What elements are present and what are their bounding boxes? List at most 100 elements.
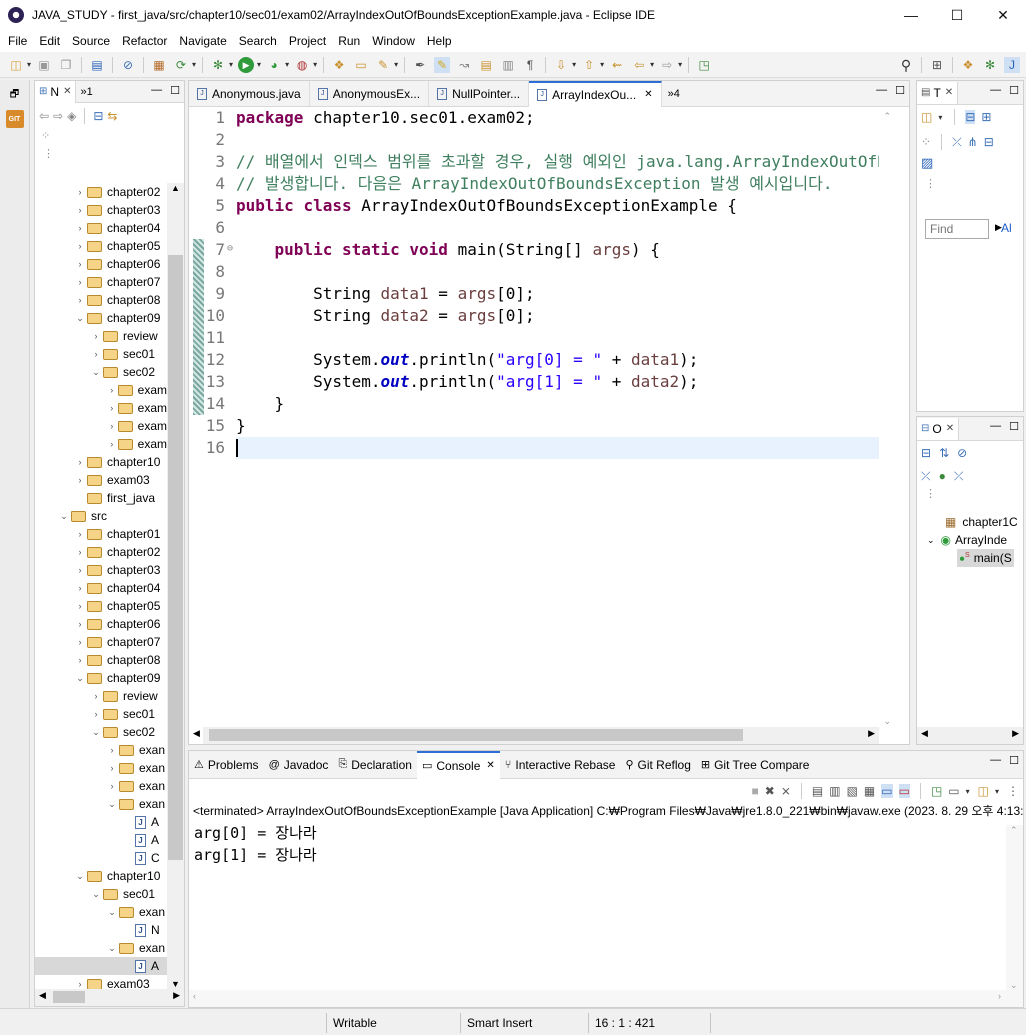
minimize-icon[interactable]: —: [990, 420, 1001, 433]
open-folder-icon[interactable]: ▭: [353, 57, 369, 73]
refresh-dropdown-icon[interactable]: ▾: [192, 60, 196, 69]
sync-icon[interactable]: ⁘: [921, 135, 931, 149]
new-package-icon[interactable]: ▦: [151, 57, 167, 73]
code-line[interactable]: System.out.println("arg[1] = " + data2);: [236, 371, 698, 393]
console-output[interactable]: arg[0] = 장나라 arg[1] = 장나라: [189, 822, 1023, 866]
scroll-left-icon[interactable]: ◀: [39, 990, 46, 1001]
menu-window[interactable]: Window: [366, 34, 421, 48]
minimize-icon[interactable]: —: [876, 84, 887, 97]
run-icon[interactable]: ▶: [238, 56, 255, 73]
tree-item-folder[interactable]: › sec01: [35, 705, 167, 723]
tab-problems[interactable]: ⚠ Problems: [189, 751, 264, 779]
chevron-right-icon[interactable]: ›: [107, 781, 117, 791]
chevron-right-icon[interactable]: ›: [91, 349, 101, 359]
chevron-right-icon[interactable]: ›: [75, 619, 85, 629]
chevron-right-icon[interactable]: ›: [75, 655, 85, 665]
editor-tab-anonymous-ex[interactable]: J AnonymousEx...: [310, 80, 430, 107]
tab-javadoc[interactable]: @ Javadoc: [264, 751, 334, 779]
connect-icon[interactable]: ▨: [917, 155, 1023, 171]
scroll-left-icon[interactable]: ◀: [921, 728, 928, 739]
chevron-down-icon[interactable]: ⌄: [927, 535, 935, 546]
menu-run[interactable]: Run: [332, 34, 366, 48]
prev-annotation-icon[interactable]: ⇧: [581, 57, 597, 73]
tree-item-folder[interactable]: › chapter07: [35, 633, 167, 651]
focus-icon[interactable]: ⋔: [968, 135, 978, 149]
code-line[interactable]: public static void main(String[] args) {: [236, 239, 660, 261]
up-icon[interactable]: ◈: [67, 109, 76, 123]
view-overflow-button[interactable]: »1: [80, 86, 92, 98]
code-line[interactable]: // 배열에서 인덱스 범위를 초과할 경우, 실행 예외인 java.lang…: [236, 151, 879, 173]
tree-item-folder[interactable]: › chapter10: [35, 453, 167, 471]
chevron-right-icon[interactable]: ›: [75, 223, 85, 233]
tab-interactive-rebase[interactable]: ⑂ Interactive Rebase: [500, 751, 621, 779]
menu-project[interactable]: Project: [283, 34, 332, 48]
breadcrumb-icon[interactable]: ▤: [478, 57, 494, 73]
java-ee-perspective-icon[interactable]: ❖: [960, 57, 976, 73]
chevron-right-icon[interactable]: ›: [75, 583, 85, 593]
chevron-right-icon[interactable]: ›: [75, 259, 85, 269]
code-line[interactable]: package chapter10.sec01.exam02;: [236, 107, 535, 129]
new-task-icon[interactable]: ◫: [921, 110, 932, 124]
toggle-highlight-icon[interactable]: ✎: [434, 56, 451, 73]
open-console-dropdown-icon[interactable]: ▾: [995, 787, 999, 796]
java-perspective-icon[interactable]: J: [1004, 56, 1020, 73]
restore-icon[interactable]: 🗗: [6, 86, 24, 104]
scroll-right-icon[interactable]: ▶: [173, 990, 180, 1001]
code-line[interactable]: public class ArrayIndexOutOfBoundsExcept…: [236, 195, 737, 217]
scrollbar-thumb[interactable]: [168, 255, 183, 860]
minimize-icon[interactable]: —: [990, 754, 1001, 767]
tree-item-folder[interactable]: › chapter07: [35, 273, 167, 291]
show-whitespace-icon[interactable]: ¶: [522, 57, 538, 73]
close-icon[interactable]: ✕: [63, 86, 71, 97]
chevron-right-icon[interactable]: ›: [75, 637, 85, 647]
more-options-icon[interactable]: ⋮: [917, 177, 1023, 190]
tree-item-folder[interactable]: ⌄ sec02: [35, 723, 167, 741]
code-line[interactable]: // 발생합니다. 다음은 ArrayIndexOutOfBoundsExcep…: [236, 173, 832, 195]
scroll-up-icon[interactable]: ▲: [167, 183, 184, 193]
minimize-icon[interactable]: —: [990, 84, 1001, 97]
chevron-right-icon[interactable]: ›: [75, 979, 85, 989]
tree-item-folder[interactable]: › chapter06: [35, 615, 167, 633]
outline-method-item[interactable]: ●S main(S: [957, 549, 1014, 567]
scroll-right-icon[interactable]: ▶: [1012, 728, 1019, 739]
back-arrow-icon[interactable]: ⇦: [39, 109, 49, 123]
back-icon[interactable]: ⇦: [631, 57, 647, 73]
prev-annotation-dropdown-icon[interactable]: ▾: [600, 60, 604, 69]
collapse-icon[interactable]: ⊟: [984, 135, 994, 149]
chevron-down-icon[interactable]: ⌄: [75, 313, 85, 324]
editor-tab-array-index[interactable]: J ArrayIndexOu... ✕: [529, 80, 662, 107]
chevron-right-icon[interactable]: ›: [75, 565, 85, 575]
display-console-dropdown-icon[interactable]: ▾: [966, 787, 970, 796]
tree-item-folder[interactable]: › chapter08: [35, 651, 167, 669]
sort-icon[interactable]: ⇅: [939, 446, 949, 460]
code-line[interactable]: }: [236, 415, 246, 437]
chevron-right-icon[interactable]: ›: [91, 709, 101, 719]
tree-item-folder[interactable]: › chapter04: [35, 219, 167, 237]
tree-item-folder[interactable]: › exan: [35, 741, 167, 759]
menu-source[interactable]: Source: [66, 34, 116, 48]
chevron-right-icon[interactable]: ›: [91, 691, 101, 701]
tree-item-folder[interactable]: › chapter05: [35, 597, 167, 615]
new-task-dropdown-icon[interactable]: ▾: [938, 113, 942, 122]
tree-item-folder[interactable]: › chapter03: [35, 201, 167, 219]
code-line[interactable]: System.out.println("arg[0] = " + data1);: [236, 349, 698, 371]
editor-tab-null-pointer[interactable]: J NullPointer...: [429, 80, 530, 107]
pin-console-icon[interactable]: ▦: [864, 784, 875, 798]
console-vertical-scrollbar[interactable]: ⌃ ⌄: [1006, 825, 1023, 991]
tree-item-folder[interactable]: › chapter03: [35, 561, 167, 579]
link-editor-icon[interactable]: ⇆: [107, 109, 117, 123]
chevron-right-icon[interactable]: ›: [107, 763, 117, 773]
close-icon[interactable]: ✕: [945, 87, 953, 98]
git-repositories-icon[interactable]: GIT: [5, 110, 24, 128]
save-all-icon[interactable]: ❐: [58, 57, 74, 73]
chevron-down-icon[interactable]: ⌄: [75, 871, 85, 882]
last-edit-icon[interactable]: ⇜: [609, 57, 625, 73]
code-line[interactable]: String data1 = args[0];: [236, 283, 535, 305]
menu-help[interactable]: Help: [421, 34, 458, 48]
search-tool-dropdown-icon[interactable]: ▾: [394, 60, 398, 69]
close-icon[interactable]: ✕: [486, 760, 494, 771]
more-options-icon[interactable]: ⋮: [35, 147, 184, 165]
hide-completed-icon[interactable]: ⤫: [952, 135, 962, 150]
tree-item-folder[interactable]: › chapter06: [35, 255, 167, 273]
chevron-down-icon[interactable]: ⌄: [107, 907, 117, 918]
